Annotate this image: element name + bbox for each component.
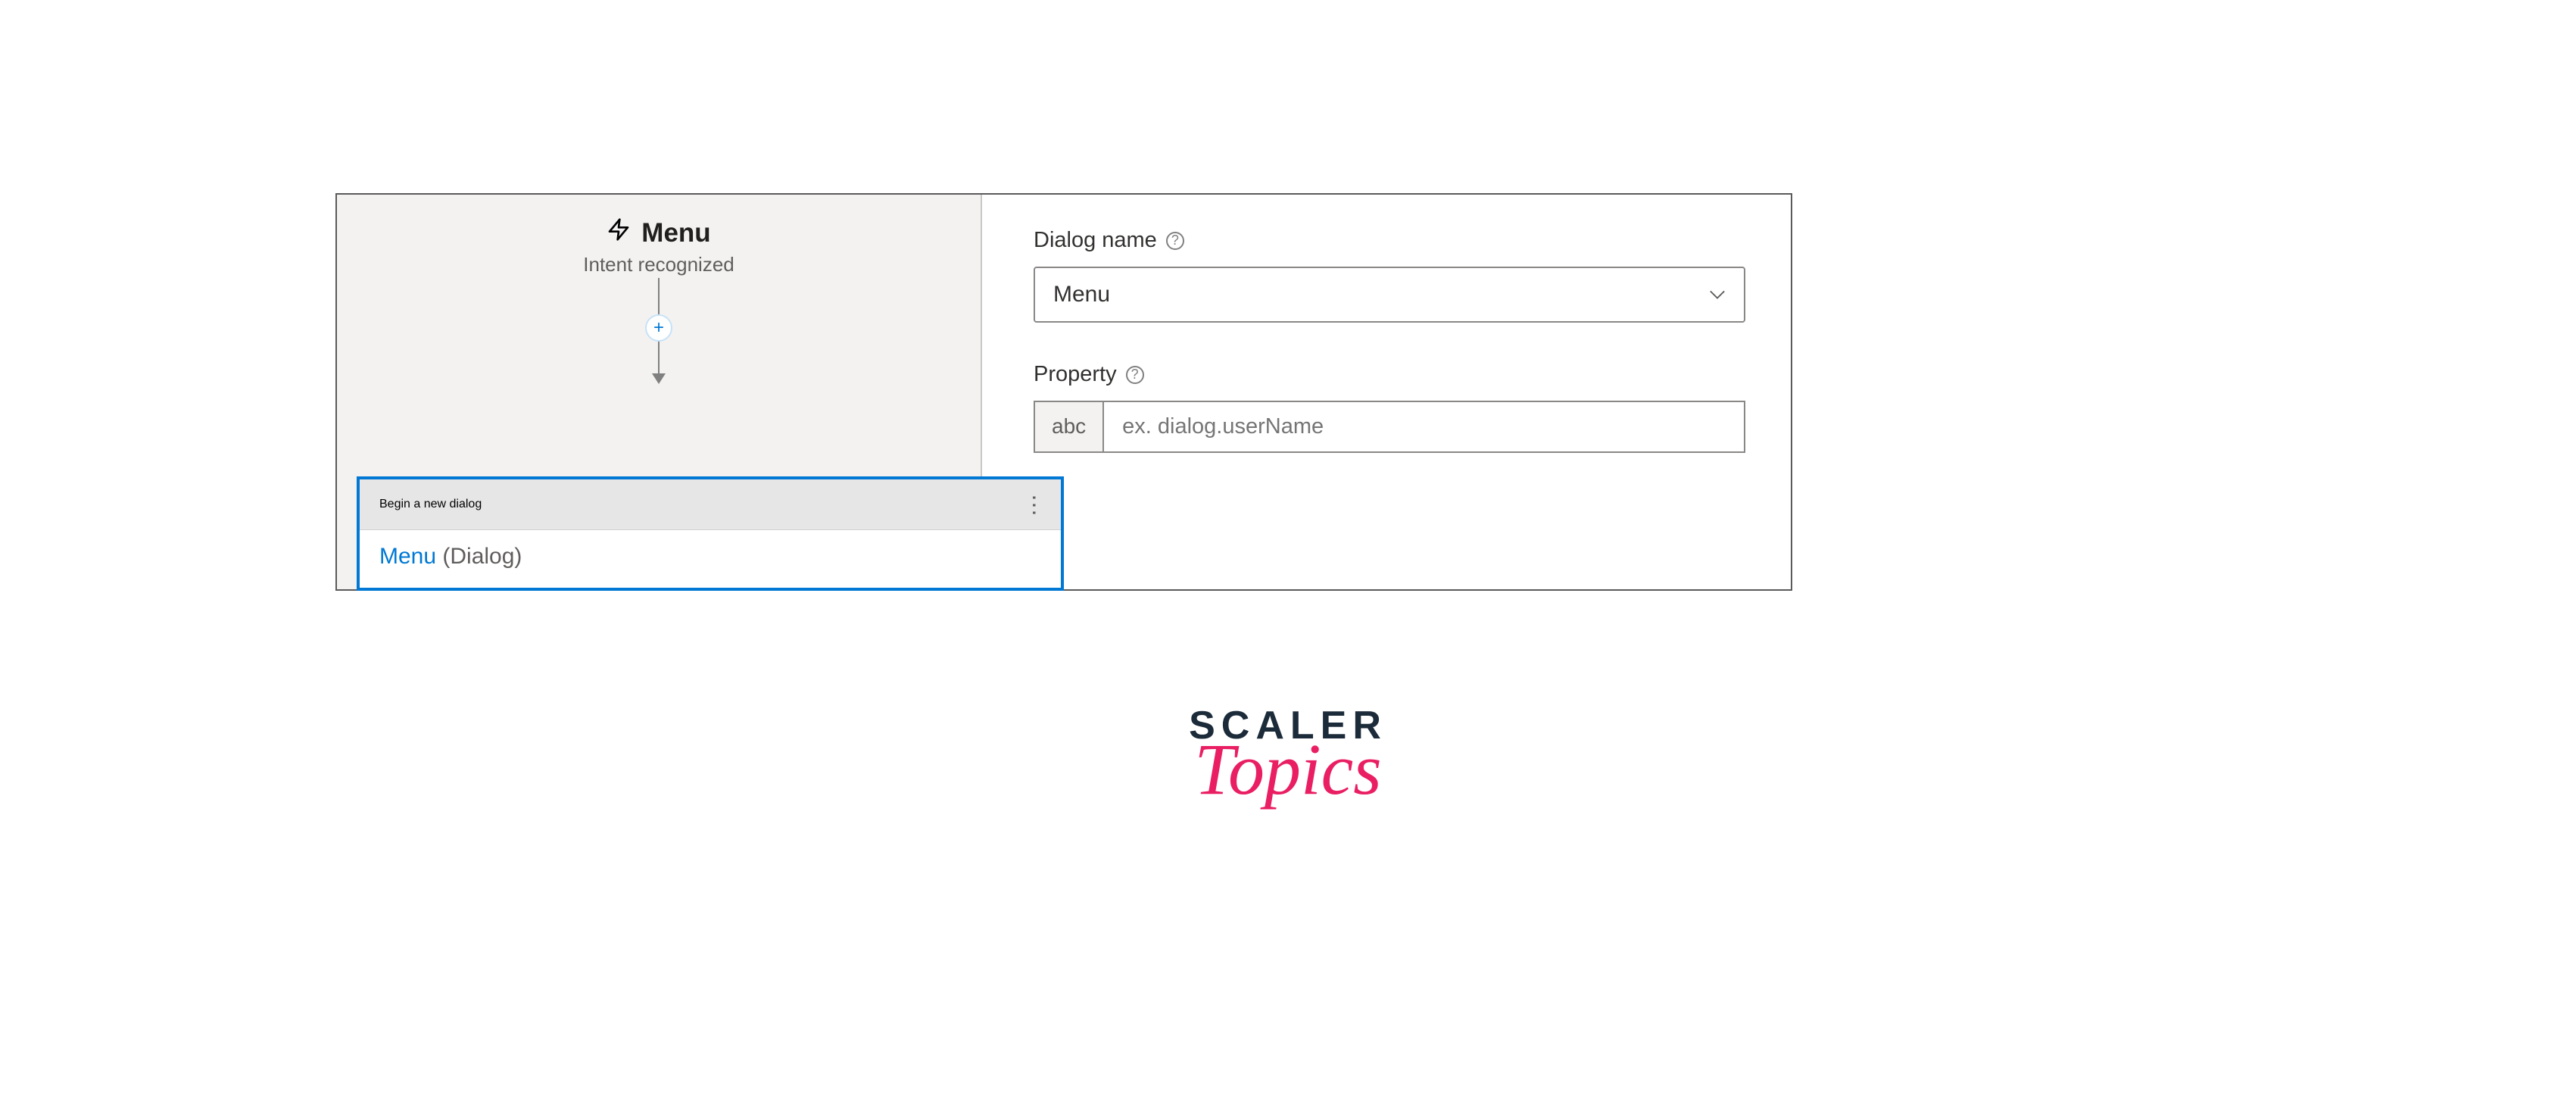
connector-arrow	[658, 342, 660, 382]
scaler-topics-logo: SCALER Topics	[1189, 706, 1387, 795]
property-type-prefix[interactable]: abc	[1035, 402, 1104, 451]
dialog-node-body: Menu (Dialog)	[360, 530, 1061, 588]
field-label-text: Dialog name	[1034, 228, 1157, 253]
property-input[interactable]	[1104, 402, 1744, 451]
select-value: Menu	[1053, 282, 1110, 307]
trigger-title: Menu	[641, 218, 710, 248]
dialog-name-field: Dialog name ? Menu	[1034, 228, 1745, 323]
chevron-down-icon	[1709, 285, 1726, 304]
dialog-name-label: Dialog name ?	[1034, 228, 1745, 253]
property-label: Property ?	[1034, 362, 1745, 387]
dialog-node[interactable]: Begin a new dialog ⋯ Menu (Dialog)	[357, 476, 1064, 591]
properties-panel: Dialog name ? Menu Property ? abc	[982, 195, 1791, 589]
canvas-panel: Menu Intent recognized + Begin a new dia…	[337, 195, 982, 589]
connector-line	[658, 278, 660, 314]
property-field: Property ? abc	[1034, 362, 1745, 453]
dialog-type: (Dialog)	[436, 544, 522, 569]
trigger-header: Menu	[607, 216, 710, 250]
more-icon[interactable]: ⋯	[1022, 494, 1045, 515]
dialog-node-header: Begin a new dialog ⋯	[360, 479, 1061, 530]
add-node-button[interactable]: +	[645, 314, 672, 342]
dialog-link[interactable]: Menu	[379, 544, 436, 569]
property-input-wrap: abc	[1034, 401, 1745, 453]
composer-layout: Menu Intent recognized + Begin a new dia…	[335, 193, 1792, 591]
field-label-text: Property	[1034, 362, 1117, 387]
dialog-node-title: Begin a new dialog	[379, 498, 482, 511]
lightning-icon	[607, 216, 631, 250]
trigger-subtitle: Intent recognized	[583, 253, 734, 276]
dialog-name-select[interactable]: Menu	[1034, 267, 1745, 323]
help-icon[interactable]: ?	[1166, 232, 1184, 250]
help-icon[interactable]: ?	[1126, 366, 1144, 384]
logo-topics-text: Topics	[1189, 744, 1387, 795]
